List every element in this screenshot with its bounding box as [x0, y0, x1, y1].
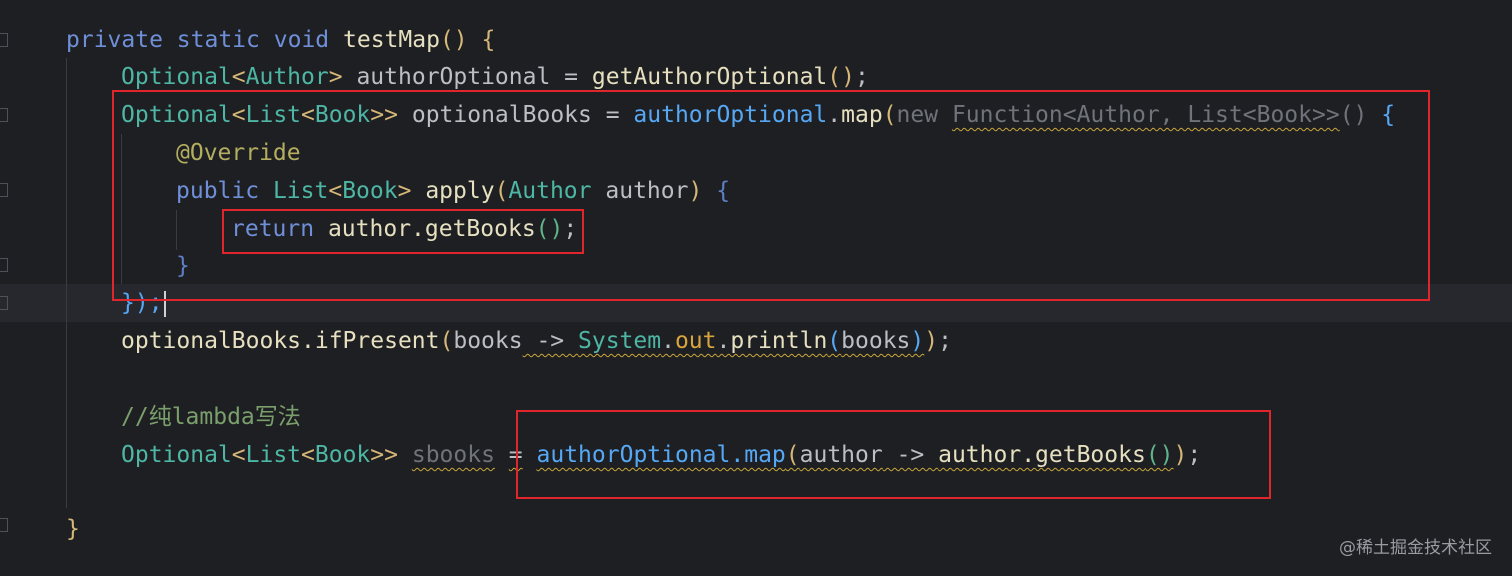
- watermark: @稀土掘金技术社区: [1339, 538, 1492, 558]
- comment: //纯lambda写法: [121, 404, 301, 430]
- type-name: Optional: [121, 442, 232, 468]
- method-name: testMap: [343, 27, 440, 53]
- paren-open: (: [827, 328, 842, 354]
- type-name: Book: [314, 442, 371, 468]
- argument: books: [841, 328, 911, 354]
- semicolon: ;: [854, 64, 869, 90]
- fold-marker-icon[interactable]: [0, 108, 8, 122]
- parens: (): [439, 27, 468, 53]
- generic-bracket: <: [231, 64, 246, 90]
- fold-marker-icon[interactable]: [0, 258, 8, 272]
- fold-marker-icon[interactable]: [0, 183, 8, 197]
- type-name: Optional: [121, 64, 232, 90]
- dot: .: [661, 328, 675, 354]
- class-name: System: [578, 328, 662, 354]
- fold-marker-icon[interactable]: [0, 518, 8, 532]
- parens: (): [827, 64, 855, 90]
- paren-close: ): [924, 328, 939, 354]
- generic-bracket: >>: [370, 442, 398, 468]
- brace-open: {: [481, 27, 496, 53]
- generic-bracket: <: [301, 442, 315, 468]
- variable-name: sbooks: [411, 442, 495, 468]
- lambda-arrow: ->: [522, 328, 578, 354]
- fold-marker-icon[interactable]: [0, 296, 8, 310]
- highlight-box-anonymous-class: [112, 90, 1430, 301]
- code-editor[interactable]: private static void testMap() { Optional…: [0, 0, 1512, 576]
- static-field: out: [674, 328, 717, 354]
- paren-close: ): [910, 328, 925, 354]
- highlight-box-return: [222, 209, 584, 254]
- code-line-1[interactable]: private static void testMap() {: [66, 21, 495, 59]
- keyword-private: private: [66, 27, 163, 53]
- dot: .: [716, 328, 731, 354]
- operator: =: [550, 64, 592, 90]
- keyword-static: static: [176, 27, 260, 53]
- type-name: List: [245, 442, 302, 468]
- indent-guide: [66, 58, 67, 508]
- highlight-box-lambda: [516, 410, 1271, 499]
- keyword-void: void: [273, 27, 330, 53]
- type-name: Author: [245, 64, 329, 90]
- variable-name: authorOptional: [356, 64, 551, 90]
- method-call: getAuthorOptional: [591, 64, 828, 90]
- generic-bracket: >: [328, 64, 343, 90]
- method-call: optionalBooks.ifPresent: [121, 328, 440, 354]
- semicolon: ;: [938, 328, 952, 354]
- lambda-param: books: [453, 328, 523, 354]
- code-line-14[interactable]: }: [66, 510, 80, 548]
- code-line-9[interactable]: optionalBooks.ifPresent(books -> System.…: [121, 322, 952, 360]
- generic-bracket: <: [231, 442, 246, 468]
- code-line-11[interactable]: //纯lambda写法: [121, 398, 301, 436]
- method-call: println: [730, 328, 828, 354]
- fold-gutter: [0, 0, 12, 576]
- paren-open: (: [439, 328, 454, 354]
- fold-marker-icon[interactable]: [0, 33, 8, 47]
- brace-close: }: [66, 516, 80, 542]
